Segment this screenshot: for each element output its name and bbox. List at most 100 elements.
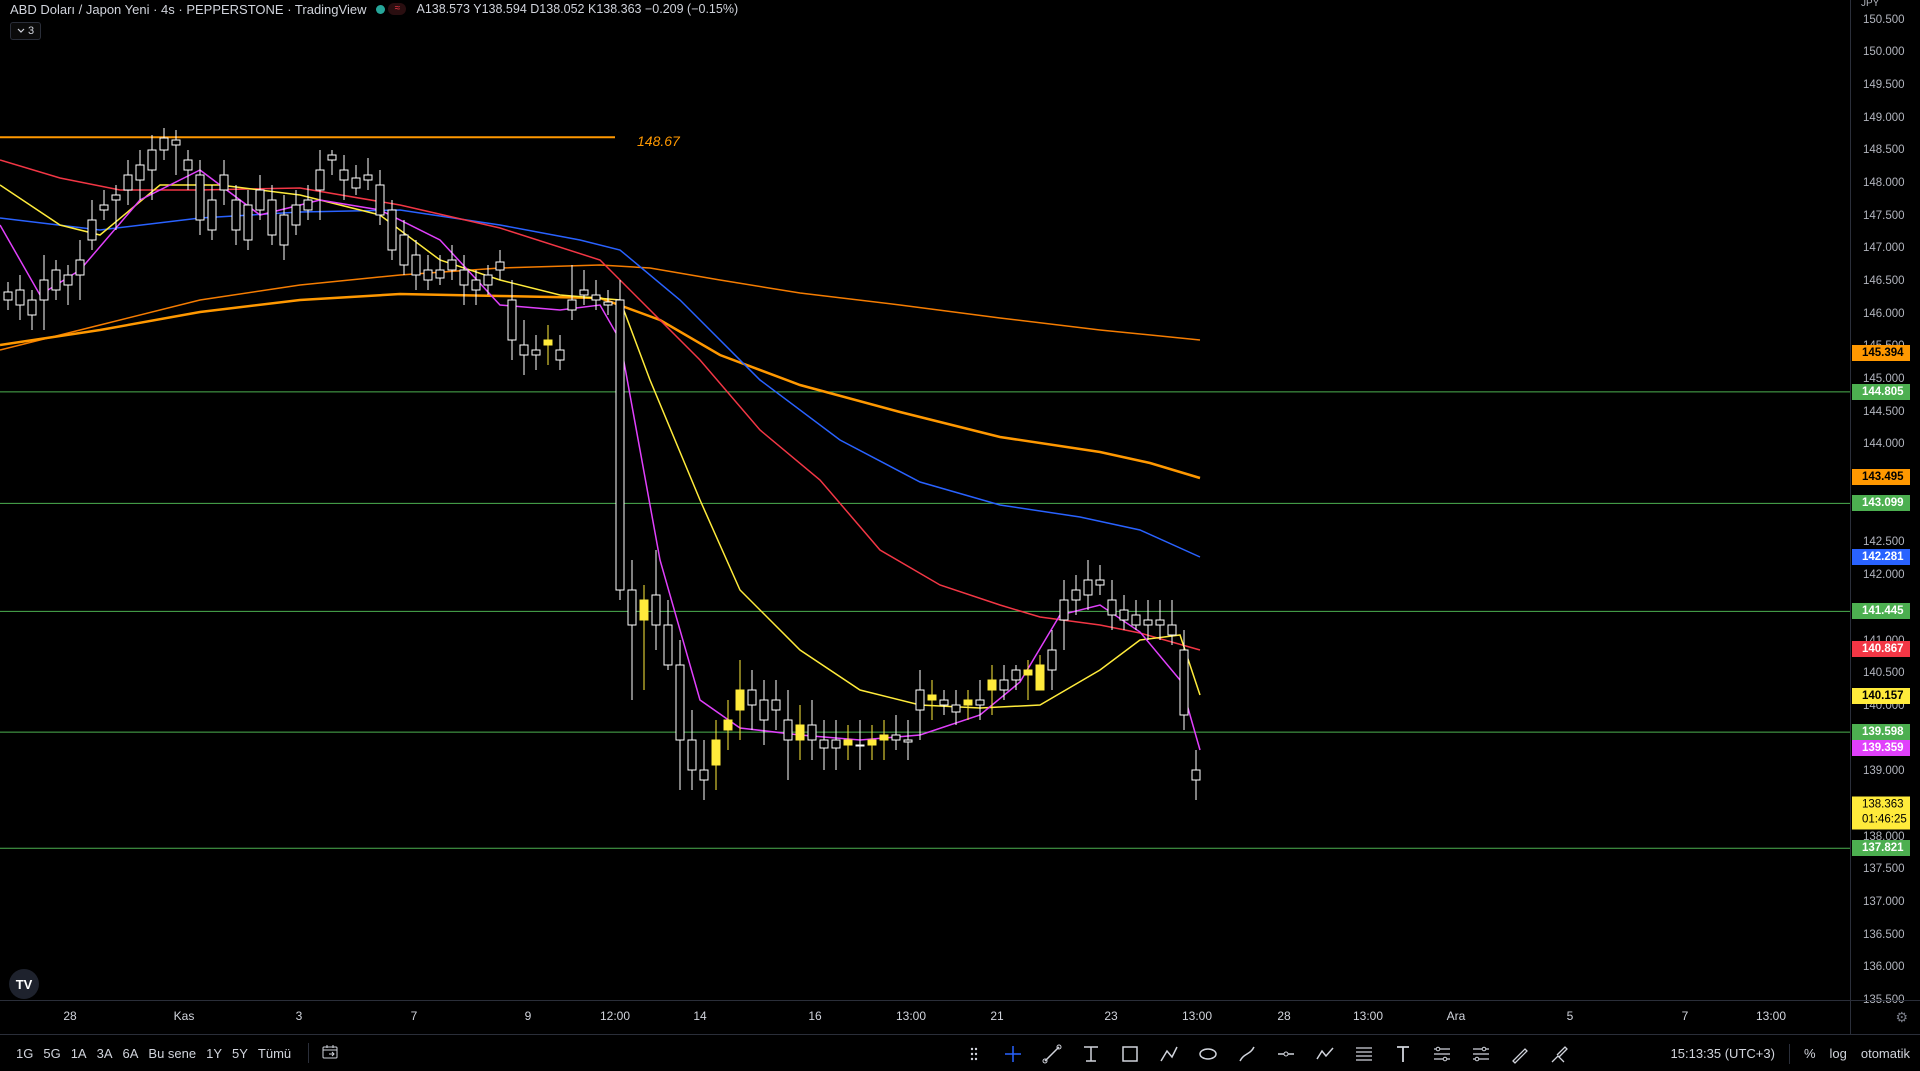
candle-body — [1119, 609, 1129, 621]
candle-body — [1155, 619, 1165, 626]
candle-body — [255, 189, 265, 211]
pencil-icon[interactable] — [1500, 1035, 1539, 1071]
date-range-button[interactable]: 5Y — [227, 1046, 253, 1061]
candle-body — [279, 214, 289, 246]
candle-body — [831, 739, 841, 749]
gann-icon[interactable] — [1461, 1035, 1500, 1071]
calendar-range-icon[interactable] — [321, 1043, 339, 1064]
ma-orange-line[interactable] — [0, 292, 1201, 480]
candle-body — [447, 259, 457, 271]
current-price: 138.363 — [1862, 798, 1904, 811]
candle-body — [843, 739, 853, 746]
chart-pane[interactable]: 148.67 — [0, 0, 1850, 1000]
price-level-badge: 143.495 — [1852, 469, 1910, 486]
horizontal-line-icon[interactable] — [1266, 1035, 1305, 1071]
price-tick-label: 140.500 — [1863, 667, 1905, 680]
candle-body — [1011, 669, 1021, 681]
tradingview-logo[interactable]: TV — [9, 969, 39, 999]
price-tick-label: 137.000 — [1863, 895, 1905, 908]
percent-toggle[interactable]: % — [1804, 1046, 1816, 1061]
price-axis[interactable]: JPY 150.500 150.000 149.500 149.000 148.500 1… — [1850, 0, 1920, 1006]
axis-settings[interactable]: ⚙ — [1850, 1000, 1920, 1034]
ohlc-values: A138.573 Y138.594 D138.052 K138.363 −0.2… — [416, 2, 739, 16]
price-tick-label: 146.000 — [1863, 307, 1905, 320]
price-tick-label: 142.000 — [1863, 569, 1905, 582]
time-tick-label: 13:00 — [1352, 1009, 1384, 1023]
indicators-toggle-button[interactable]: 3 — [10, 22, 42, 40]
price-tick-label: 142.500 — [1863, 536, 1905, 549]
ma-orange-light-line[interactable] — [0, 264, 1201, 351]
time-tick-label: 16 — [808, 1009, 822, 1023]
price-tick-label: 149.500 — [1863, 78, 1905, 91]
candle-body — [1167, 624, 1177, 636]
highlighter-icon[interactable] — [1539, 1035, 1578, 1071]
time-tick-label: 5 — [1566, 1009, 1574, 1023]
polyline-icon[interactable] — [1305, 1035, 1344, 1071]
candle-body — [1179, 649, 1189, 716]
divider — [308, 1043, 310, 1063]
pitchfork-icon[interactable] — [1422, 1035, 1461, 1071]
candle-body — [39, 279, 49, 301]
candle-body — [243, 204, 253, 241]
candle-body — [855, 744, 865, 747]
price-tick-label: 147.500 — [1863, 209, 1905, 222]
candle-body — [687, 739, 697, 771]
ma-magenta-line[interactable] — [0, 169, 1201, 751]
date-range-button[interactable]: 1Y — [201, 1046, 227, 1061]
horizontal-ray-icon[interactable] — [1071, 1035, 1110, 1071]
candle-body — [879, 734, 889, 741]
date-range-button[interactable]: 1G — [11, 1046, 38, 1061]
symbol-header: ABD Doları / Japon Yeni · 4s · PEPPERSTO… — [10, 0, 738, 18]
clock[interactable]: 15:13:35 (UTC+3) — [1671, 1046, 1775, 1061]
ellipse-icon[interactable] — [1188, 1035, 1227, 1071]
date-range-button[interactable]: Tümü — [253, 1046, 296, 1061]
date-range-button[interactable]: 3A — [92, 1046, 118, 1061]
candle-body — [387, 209, 397, 251]
log-toggle[interactable]: log — [1830, 1046, 1847, 1061]
candle-body — [195, 174, 205, 221]
date-range-button[interactable]: 6A — [118, 1046, 144, 1061]
ma-red-line[interactable] — [0, 159, 1201, 651]
trend-line-icon[interactable] — [1032, 1035, 1071, 1071]
text-icon[interactable] — [1383, 1035, 1422, 1071]
candle-body — [291, 204, 301, 226]
ma-blue-line[interactable] — [0, 209, 1201, 558]
drag-handle-icon[interactable] — [954, 1035, 993, 1071]
candle-body — [663, 624, 673, 666]
date-range-button[interactable]: 1A — [66, 1046, 92, 1061]
candle-body — [543, 339, 553, 346]
time-tick-label: 12:00 — [599, 1009, 631, 1023]
candle-body — [207, 199, 217, 231]
candle-body — [507, 299, 517, 341]
candle-body — [147, 149, 157, 171]
symbol-title[interactable]: ABD Doları / Japon Yeni · 4s · PEPPERSTO… — [10, 2, 366, 17]
time-tick-label: Kas — [173, 1009, 195, 1023]
rectangle-icon[interactable] — [1110, 1035, 1149, 1071]
time-tick-label: 14 — [693, 1009, 707, 1023]
gear-icon[interactable]: ⚙ — [1895, 1009, 1908, 1026]
indicator-count: 3 — [28, 25, 35, 37]
fib-retracement-icon[interactable] — [1344, 1035, 1383, 1071]
candle-body — [891, 734, 901, 741]
date-range-button[interactable]: Bu sene — [143, 1046, 201, 1061]
auto-scale-toggle[interactable]: otomatik — [1861, 1046, 1910, 1061]
ma-yellow-line[interactable] — [0, 184, 1201, 709]
time-axis[interactable]: 28 Kas 3 7 9 12:00 14 16 13:00 21 23 13:00 28 13:00 Ar… — [0, 1000, 1850, 1034]
brush-icon[interactable] — [1227, 1035, 1266, 1071]
candle-body — [375, 184, 385, 216]
candle-body — [123, 174, 133, 191]
candle-body — [3, 291, 13, 301]
price-level-badge: 140.157 — [1852, 687, 1910, 704]
candle-body — [795, 724, 805, 741]
candle-body — [171, 139, 181, 146]
price-tick-label: 146.500 — [1863, 275, 1905, 288]
path-icon[interactable] — [1149, 1035, 1188, 1071]
time-tick-label: 28 — [1277, 1009, 1291, 1023]
data-delay-icon: ≈ — [388, 3, 407, 15]
price-chart[interactable]: 148.67 — [0, 0, 1850, 1000]
currency-unit[interactable]: JPY — [1861, 0, 1879, 9]
crosshair-icon[interactable] — [993, 1035, 1032, 1071]
time-tick-label: 13:00 — [1181, 1009, 1213, 1023]
divider — [1788, 1043, 1790, 1064]
date-range-button[interactable]: 5G — [38, 1046, 65, 1061]
